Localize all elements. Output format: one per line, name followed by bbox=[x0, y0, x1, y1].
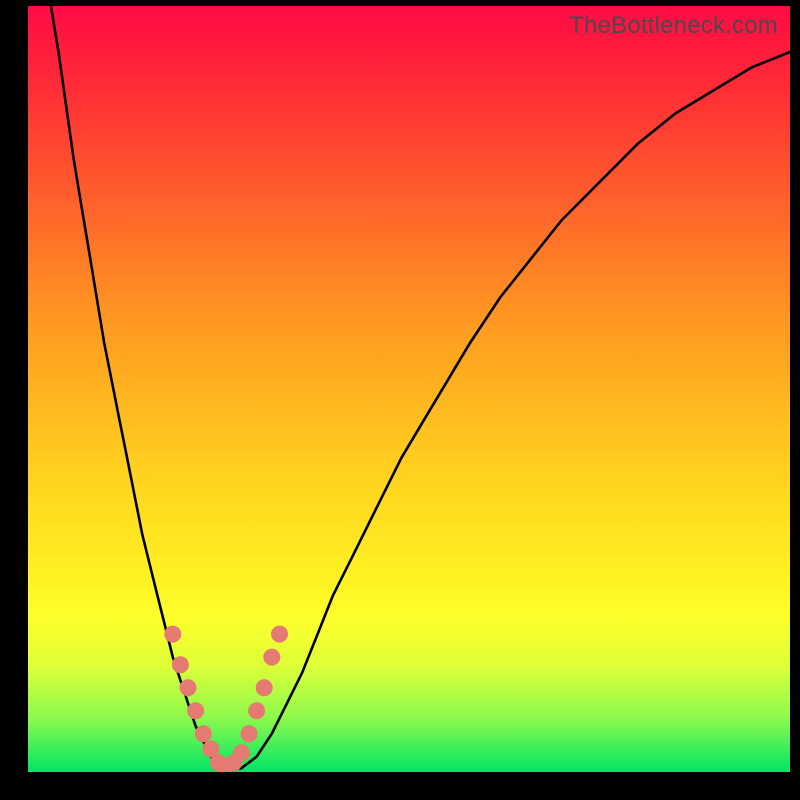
data-dot bbox=[256, 680, 272, 696]
data-dot bbox=[172, 657, 188, 673]
plot-area: TheBottleneck.com bbox=[28, 6, 790, 772]
data-dot bbox=[195, 726, 211, 742]
data-dot bbox=[233, 745, 249, 761]
data-dot bbox=[249, 703, 265, 719]
chart-svg bbox=[28, 6, 790, 772]
outer-frame: TheBottleneck.com bbox=[0, 0, 800, 800]
data-dot bbox=[241, 726, 257, 742]
data-dots bbox=[165, 626, 288, 772]
data-dot bbox=[165, 626, 181, 642]
data-dot bbox=[264, 649, 280, 665]
bottleneck-curve bbox=[51, 6, 790, 770]
data-dot bbox=[180, 680, 196, 696]
data-dot bbox=[272, 626, 288, 642]
data-dot bbox=[188, 703, 204, 719]
